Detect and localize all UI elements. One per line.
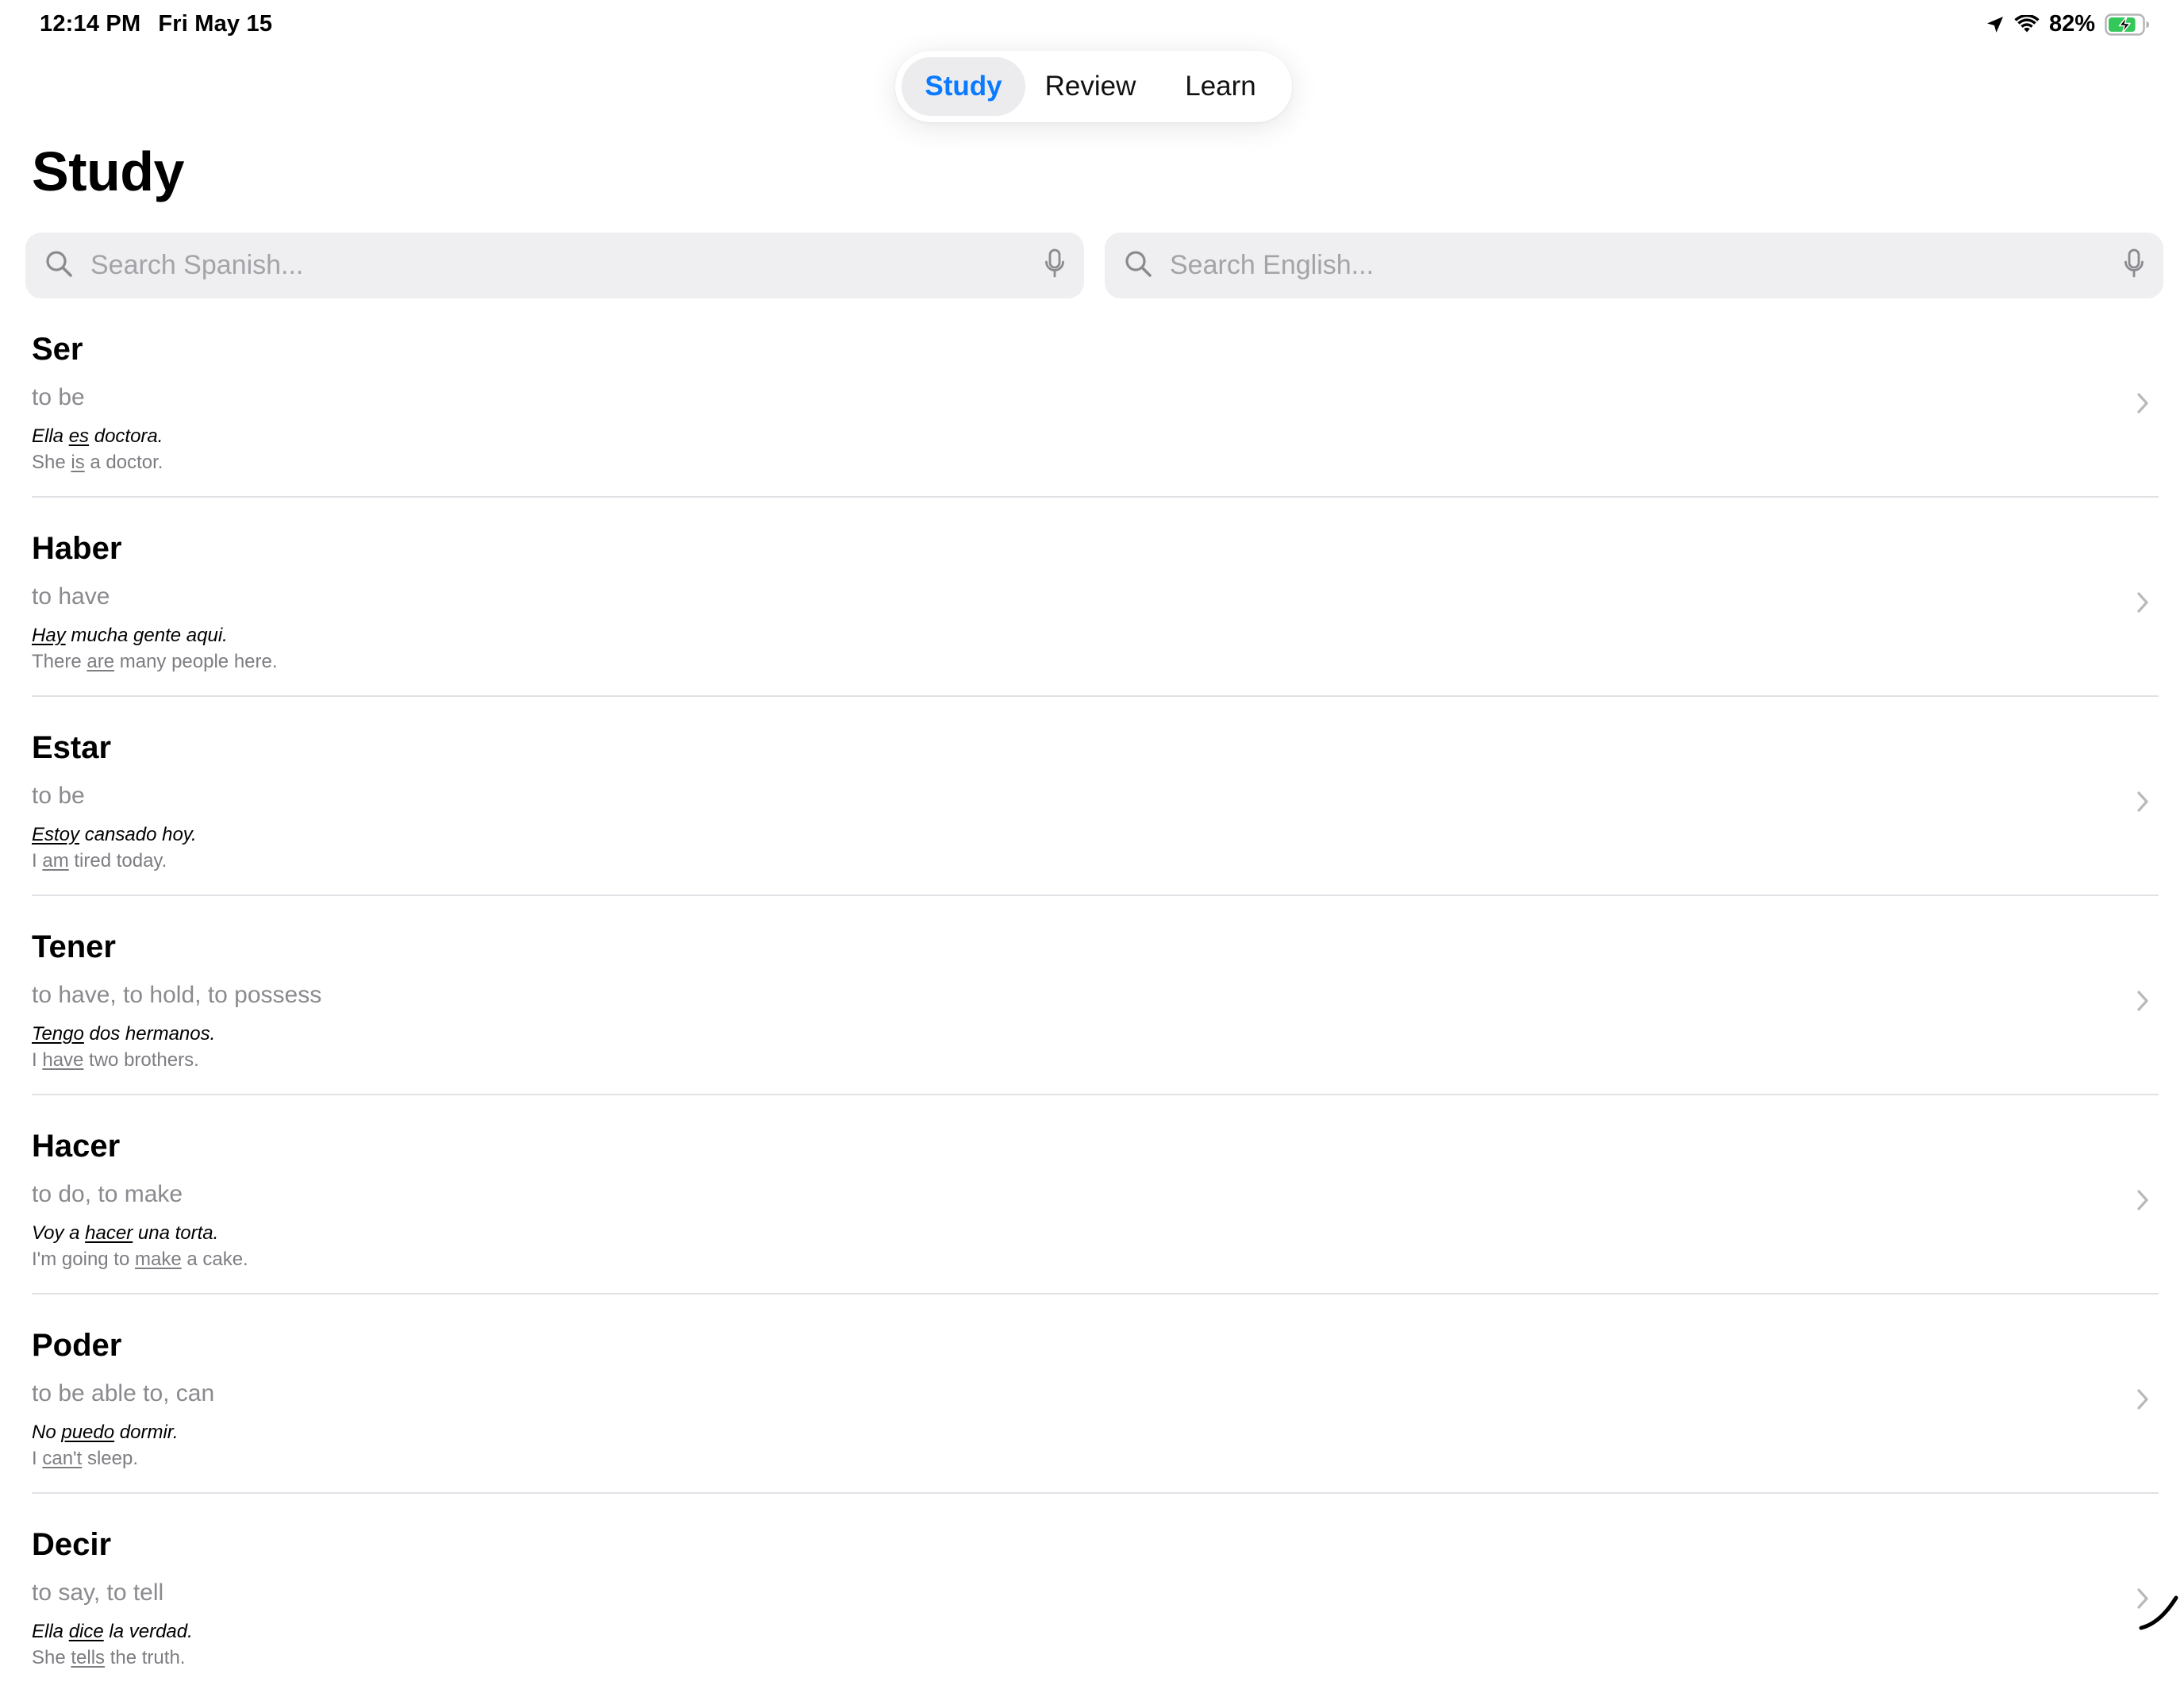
verb-row-decir[interactable]: Decir to say, to tell Ella dice la verda… (0, 1494, 2184, 1693)
example-spanish: Hay mucha gente aqui. (32, 625, 228, 646)
status-bar: 12:14 PM Fri May 15 82% (0, 0, 2184, 51)
search-english-field[interactable] (1105, 233, 2163, 298)
wifi-icon (2014, 14, 2040, 34)
page-title: Study (32, 140, 184, 202)
verb-word: Haber (32, 531, 122, 566)
example-spanish: Voy a hacer una torta. (32, 1222, 219, 1244)
example-spanish: No puedo dormir. (32, 1422, 179, 1443)
search-spanish-field[interactable] (25, 233, 1084, 298)
example-spanish: Tengo dos hermanos. (32, 1023, 216, 1045)
search-icon (1124, 249, 1152, 282)
battery-charging-icon (2105, 13, 2151, 36)
verb-meaning: to be able to, can (32, 1380, 215, 1406)
verb-word: Poder (32, 1328, 122, 1363)
status-date: Fri May 15 (158, 11, 273, 37)
example-spanish: Estoy cansado hoy. (32, 824, 197, 845)
verb-row-estar[interactable]: Estar to be Estoy cansado hoy. I am tire… (0, 697, 2184, 896)
verb-meaning: to do, to make (32, 1181, 183, 1207)
verb-list: Ser to be Ella es doctora. She is a doct… (0, 298, 2184, 1693)
verb-word: Estar (32, 730, 112, 765)
verb-row-ser[interactable]: Ser to be Ella es doctora. She is a doct… (0, 298, 2184, 498)
verb-meaning: to be (32, 384, 85, 410)
microphone-icon[interactable] (2124, 248, 2144, 283)
tab-study[interactable]: Study (902, 57, 1025, 116)
example-english: I have two brothers. (32, 1049, 199, 1071)
verb-word: Decir (32, 1527, 112, 1562)
verb-meaning: to have, to hold, to possess (32, 982, 322, 1008)
verb-row-poder[interactable]: Poder to be able to, can No puedo dormir… (0, 1295, 2184, 1494)
search-spanish-input[interactable] (90, 250, 1032, 281)
chevron-right-icon (2136, 990, 2149, 1016)
chevron-right-icon (2136, 591, 2149, 618)
search-english-input[interactable] (1170, 250, 2111, 281)
example-english: She tells the truth. (32, 1647, 186, 1668)
microphone-icon[interactable] (1044, 248, 1065, 283)
example-english: There are many people here. (32, 651, 278, 672)
corner-handle-icon[interactable] (2136, 1587, 2184, 1638)
chevron-right-icon (2136, 1388, 2149, 1414)
chevron-right-icon (2136, 1189, 2149, 1215)
chevron-right-icon (2136, 392, 2149, 418)
search-icon (44, 249, 73, 282)
chevron-right-icon (2136, 791, 2149, 817)
status-indicators: 82% (1986, 11, 2151, 37)
verb-row-haber[interactable]: Haber to have Hay mucha gente aqui. Ther… (0, 498, 2184, 697)
verb-row-hacer[interactable]: Hacer to do, to make Voy a hacer una tor… (0, 1095, 2184, 1295)
verb-word: Hacer (32, 1129, 121, 1164)
status-time-date: 12:14 PM Fri May 15 (40, 11, 272, 37)
example-english: She is a doctor. (32, 452, 163, 473)
verb-word: Tener (32, 929, 116, 964)
tab-bar: Study Review Learn (895, 51, 1292, 122)
verb-word: Ser (32, 332, 83, 367)
tab-learn[interactable]: Learn (1155, 57, 1286, 116)
example-english: I'm going to make a cake. (32, 1249, 248, 1270)
example-english: I can't sleep. (32, 1448, 139, 1469)
tab-review[interactable]: Review (1025, 57, 1155, 116)
location-arrow-icon (1986, 15, 2005, 34)
verb-meaning: to have (32, 583, 110, 610)
verb-meaning: to say, to tell (32, 1579, 164, 1606)
status-time: 12:14 PM (40, 11, 141, 37)
verb-row-tener[interactable]: Tener to have, to hold, to possess Tengo… (0, 896, 2184, 1095)
battery-percent: 82% (2048, 11, 2095, 37)
example-english: I am tired today. (32, 850, 167, 872)
verb-meaning: to be (32, 783, 85, 809)
example-spanish: Ella dice la verdad. (32, 1621, 193, 1642)
example-spanish: Ella es doctora. (32, 425, 163, 447)
